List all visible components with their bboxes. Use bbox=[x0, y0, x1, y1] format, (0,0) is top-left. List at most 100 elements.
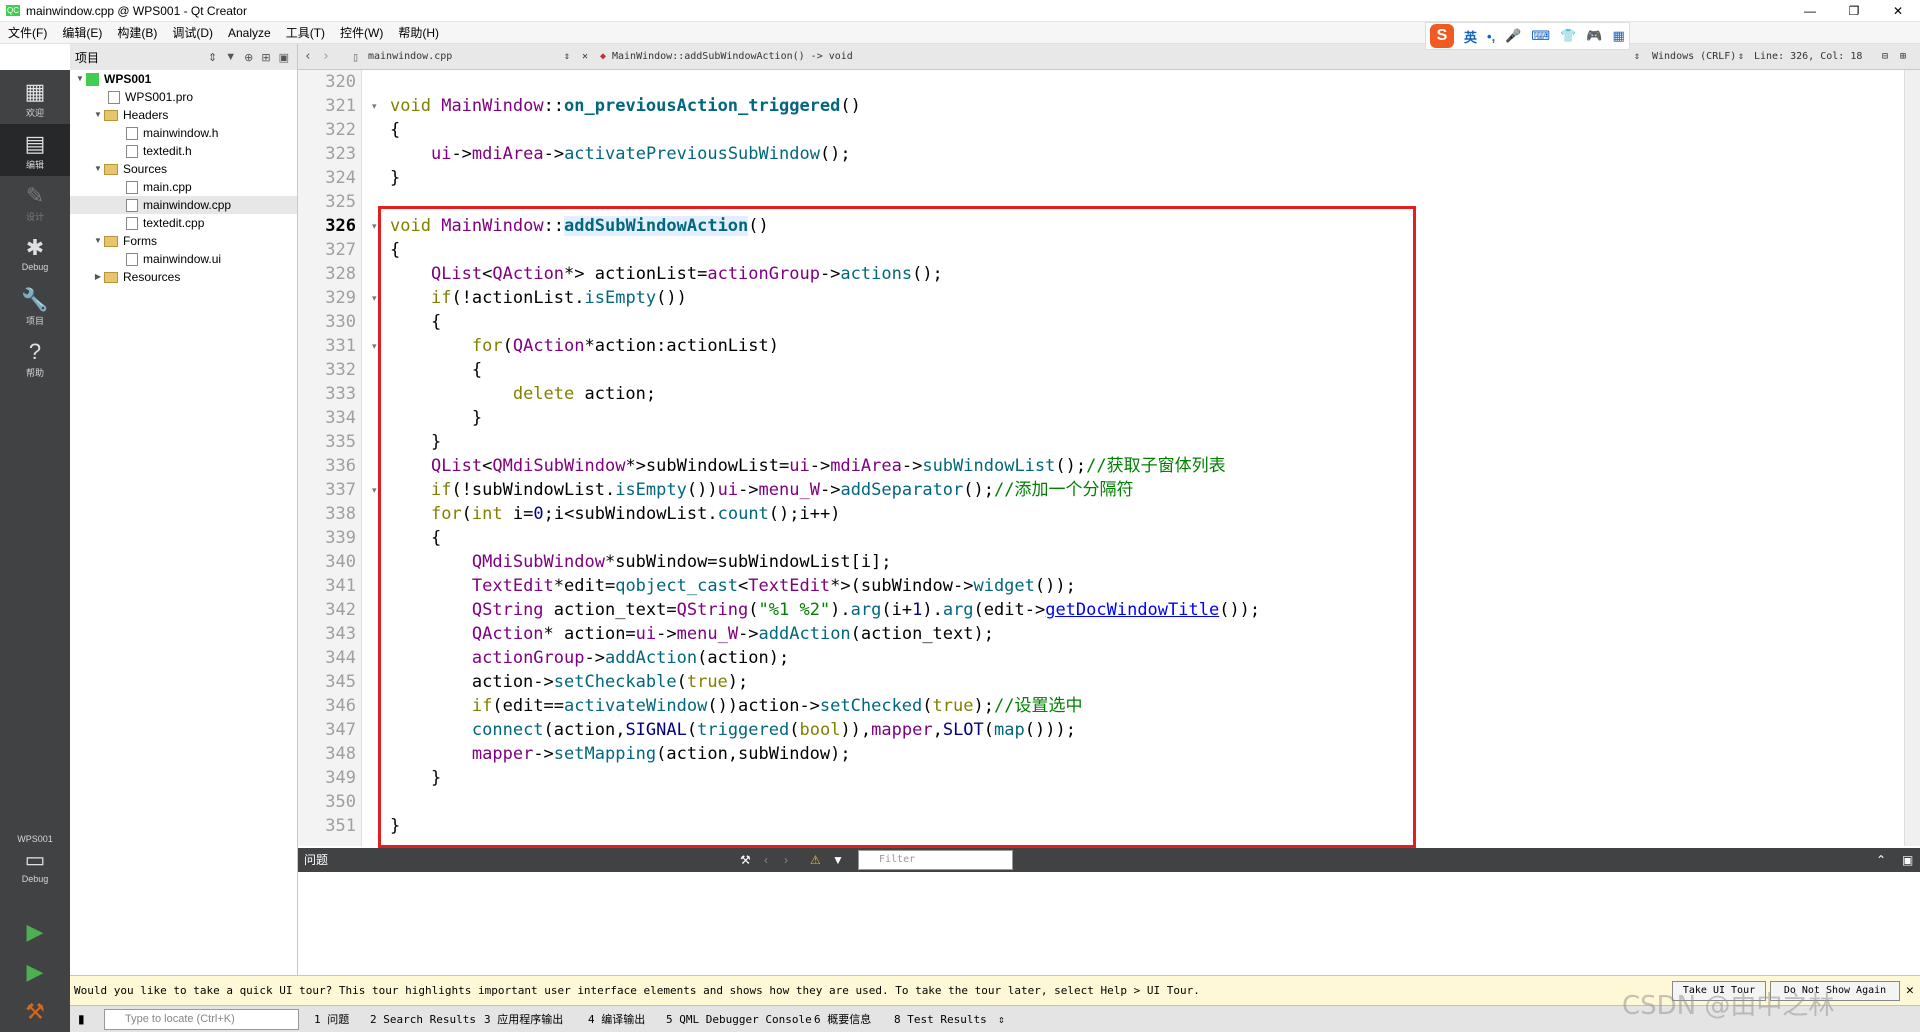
ime-skin-icon[interactable]: 👕 bbox=[1560, 28, 1576, 44]
build-button[interactable]: ⚒ bbox=[0, 992, 70, 1032]
output-tab-search-results[interactable]: 2 Search Results bbox=[370, 1006, 476, 1033]
warning-icon[interactable]: ⚠ bbox=[810, 848, 821, 872]
mode-edit[interactable]: ▤ 编辑 bbox=[0, 124, 70, 176]
expand-arrow-icon[interactable]: ▼ bbox=[74, 70, 86, 88]
menu-edit[interactable]: 编辑(E) bbox=[62, 24, 102, 41]
tree-item-mainwindow-cpp[interactable]: mainwindow.cpp bbox=[70, 196, 297, 214]
close-panel-icon[interactable]: ▣ bbox=[279, 51, 289, 64]
menu-analyze[interactable]: Analyze bbox=[228, 26, 271, 40]
ime-game-icon[interactable]: 🎮 bbox=[1586, 28, 1602, 44]
line-ending-arrow-icon[interactable]: ⇕ bbox=[1738, 44, 1744, 70]
minimize-button[interactable]: — bbox=[1788, 0, 1832, 22]
cursor-position[interactable]: Line: 326, Col: 18 bbox=[1754, 44, 1862, 70]
menu-help[interactable]: 帮助(H) bbox=[398, 24, 439, 41]
close-file-icon[interactable]: ✕ bbox=[582, 44, 588, 70]
menu-bar: 文件(F) 编辑(E) 构建(B) 调试(D) Analyze 工具(T) 控件… bbox=[0, 22, 1920, 44]
ime-voice-icon[interactable]: 🎤 bbox=[1505, 28, 1521, 44]
close-panel-icon[interactable]: ▣ bbox=[1902, 848, 1913, 872]
highlight-annotation-box bbox=[378, 206, 1416, 848]
line-number: 347 bbox=[325, 720, 356, 740]
kit-selector[interactable]: WPS001 ▭ Debug bbox=[0, 828, 70, 898]
menu-window[interactable]: 控件(W) bbox=[340, 24, 383, 41]
line-number: 342 bbox=[325, 600, 356, 620]
tree-item-sources[interactable]: ▼ Sources bbox=[92, 160, 167, 178]
filter-icon[interactable]: ▼ bbox=[832, 848, 844, 872]
updown-icon[interactable]: ⇕ bbox=[208, 51, 217, 64]
close-button[interactable]: ✕ bbox=[1876, 0, 1920, 22]
header-file-icon bbox=[126, 144, 138, 158]
tab-scroll-icon[interactable]: ⇕ bbox=[998, 1006, 1005, 1033]
tree-item-pro-file[interactable]: WPS001.pro bbox=[108, 88, 193, 106]
output-tab-qml-debugger[interactable]: 5 QML Debugger Console bbox=[666, 1006, 812, 1033]
link-icon[interactable]: ⊕ bbox=[244, 51, 253, 64]
file-select-arrow-icon[interactable]: ⇕ bbox=[564, 44, 570, 70]
output-tab-test-results[interactable]: 8 Test Results bbox=[894, 1006, 987, 1033]
debug-run-button[interactable]: ▶ bbox=[0, 952, 70, 992]
title-bar: QC mainwindow.cpp @ WPS001 - Qt Creator … bbox=[0, 0, 1920, 22]
fold-marker-icon[interactable]: ▾ bbox=[372, 94, 382, 118]
mode-help[interactable]: ? 帮助 bbox=[0, 332, 70, 384]
kit-project-name: WPS001 bbox=[17, 834, 53, 844]
locator-input[interactable]: Type to locate (Ctrl+K) bbox=[104, 1009, 299, 1030]
ime-menu-icon[interactable]: ▦ bbox=[1613, 28, 1625, 44]
menu-debug[interactable]: 调试(D) bbox=[172, 24, 213, 41]
menu-tools[interactable]: 工具(T) bbox=[286, 24, 325, 41]
output-tab-application-output[interactable]: 3 应用程序输出 bbox=[484, 1006, 563, 1033]
editor-options-icon[interactable]: ⊞ bbox=[1900, 44, 1906, 70]
mode-design[interactable]: ✎ 设计 bbox=[0, 176, 70, 228]
tree-item-textedit-cpp[interactable]: textedit.cpp bbox=[126, 214, 204, 232]
project-icon bbox=[86, 72, 99, 86]
source-file-icon bbox=[126, 216, 138, 230]
grid-icon: ▦ bbox=[24, 79, 46, 104]
tree-item-mainwindow-h[interactable]: mainwindow.h bbox=[126, 124, 218, 142]
split-icon[interactable]: ⊞ bbox=[261, 51, 270, 64]
issues-panel-title: 问题 bbox=[304, 853, 329, 867]
split-editor-icon[interactable]: ⊟ bbox=[1882, 44, 1888, 70]
tree-item-resources[interactable]: ▶ Resources bbox=[92, 268, 180, 286]
editor-scrollbar[interactable] bbox=[1904, 70, 1920, 846]
mode-projects[interactable]: 🔧 项目 bbox=[0, 280, 70, 332]
filter-icon[interactable]: ▼ bbox=[225, 51, 236, 63]
tree-item-mainwindow-ui[interactable]: mainwindow.ui bbox=[126, 250, 221, 268]
line-number: 341 bbox=[325, 576, 356, 596]
issues-filter-input[interactable]: Filter bbox=[858, 850, 1013, 870]
close-tour-icon[interactable]: ✕ bbox=[1906, 976, 1914, 1006]
expand-arrow-icon[interactable]: ▶ bbox=[92, 268, 104, 286]
open-file-name[interactable]: mainwindow.cpp bbox=[368, 44, 452, 70]
clear-icon[interactable]: ⚒ bbox=[740, 848, 751, 872]
forward-icon[interactable]: › bbox=[322, 44, 330, 70]
ime-language[interactable]: 英 bbox=[1464, 27, 1477, 46]
next-icon[interactable]: › bbox=[784, 848, 788, 872]
output-tab-issues[interactable]: 1 问题 bbox=[314, 1006, 349, 1033]
output-tab-compile-output[interactable]: 4 编译输出 bbox=[588, 1006, 645, 1033]
qt-creator-icon: QC bbox=[6, 5, 20, 16]
expand-arrow-icon[interactable]: ▼ bbox=[92, 160, 104, 178]
expand-arrow-icon[interactable]: ▼ bbox=[92, 106, 104, 124]
tree-item-headers[interactable]: ▼ Headers bbox=[92, 106, 168, 124]
ime-punctuation-icon[interactable]: •, bbox=[1487, 29, 1495, 44]
maximize-panel-icon[interactable]: ⌃ bbox=[1876, 848, 1886, 872]
tree-item-forms[interactable]: ▼ Forms bbox=[92, 232, 157, 250]
restore-button[interactable]: ❐ bbox=[1832, 0, 1876, 22]
menu-file[interactable]: 文件(F) bbox=[8, 24, 47, 41]
line-number: 335 bbox=[325, 432, 356, 452]
tree-item-project[interactable]: ▼ WPS001 bbox=[74, 70, 151, 88]
symbol-select-arrow-icon[interactable]: ⇕ bbox=[1634, 44, 1640, 70]
sogou-logo[interactable]: S bbox=[1430, 24, 1454, 48]
mode-welcome[interactable]: ▦ 欢迎 bbox=[0, 72, 70, 124]
run-button[interactable]: ▶ bbox=[0, 912, 70, 952]
mode-debug[interactable]: ✱ Debug bbox=[0, 228, 70, 280]
menu-build[interactable]: 构建(B) bbox=[117, 24, 157, 41]
tree-item-main-cpp[interactable]: main.cpp bbox=[126, 178, 192, 196]
ui-tour-message: Would you like to take a quick UI tour? … bbox=[74, 984, 1200, 997]
line-number: 344 bbox=[325, 648, 356, 668]
current-symbol[interactable]: MainWindow::addSubWindowAction() -> void bbox=[612, 44, 853, 70]
expand-arrow-icon[interactable]: ▼ bbox=[92, 232, 104, 250]
back-icon[interactable]: ‹ bbox=[304, 44, 312, 70]
output-tab-general-messages[interactable]: 6 概要信息 bbox=[814, 1006, 871, 1033]
tree-item-textedit-h[interactable]: textedit.h bbox=[126, 142, 192, 160]
toggle-sidebar-icon[interactable]: ▮ bbox=[78, 1006, 85, 1033]
prev-icon[interactable]: ‹ bbox=[764, 848, 768, 872]
line-ending[interactable]: Windows (CRLF) bbox=[1652, 44, 1736, 70]
ime-keyboard-icon[interactable]: ⌨ bbox=[1531, 28, 1550, 44]
